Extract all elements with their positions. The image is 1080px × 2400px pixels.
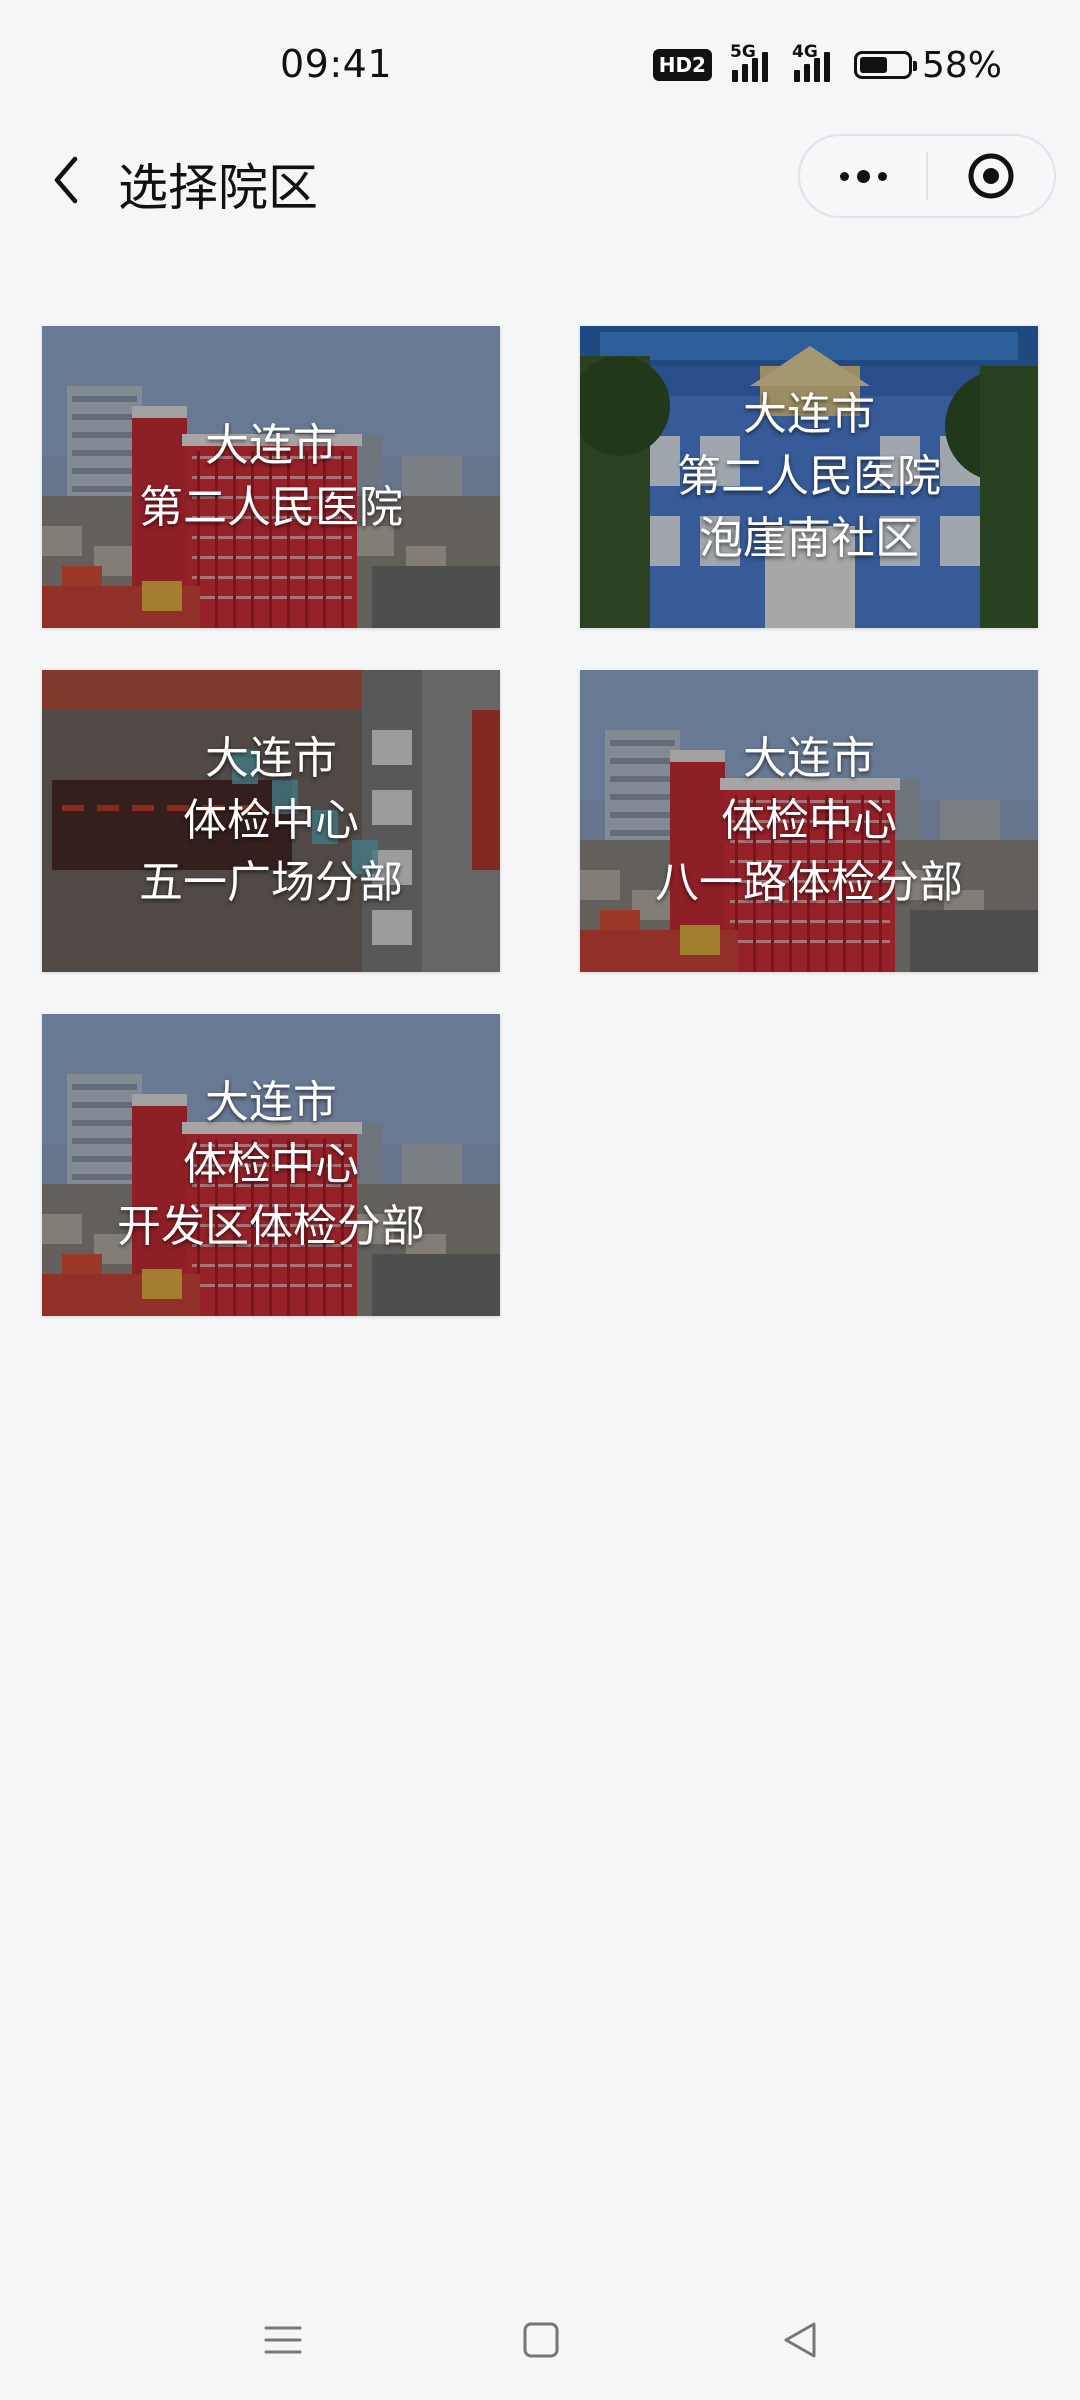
campus-name: 大连市体检中心八一路体检分部 xyxy=(580,670,1038,972)
campus-name: 大连市 第二人民医院 xyxy=(42,326,500,628)
campus-name-line: 大连市 xyxy=(743,389,875,440)
home-button[interactable] xyxy=(511,2310,571,2370)
signal-4g-icon: 4G xyxy=(792,42,836,82)
campus-name-line: 体检中心 xyxy=(721,795,897,846)
navigation-bar: 选择院区 xyxy=(0,130,1080,230)
signal-5g-label: 5G xyxy=(729,42,756,62)
campus-name: 大连市第二人民医院 泡崖南社区 xyxy=(580,326,1038,628)
campus-grid: 大连市 第二人民医院 大连市 第二人民医院 泡崖南社区 大连市 体检中心 五一广… xyxy=(42,326,1038,1316)
campus-card[interactable]: 大连市 第二人民医院 xyxy=(42,326,500,628)
campus-name-line: 大连市 xyxy=(743,733,875,784)
mini-program-capsule xyxy=(798,134,1056,218)
campus-name-line: 第二人民医院 xyxy=(677,451,941,502)
status-time: 09:41 xyxy=(280,42,393,86)
home-square-icon xyxy=(523,2322,559,2358)
page: 09:41 HD2 5G 4G 58% 选择院区 大连市 第二人民医院 大连市 … xyxy=(0,0,1080,2400)
system-navigation-bar xyxy=(0,2280,1080,2390)
chevron-left-icon xyxy=(54,156,78,204)
more-dots-icon xyxy=(839,169,887,183)
signal-4g-label: 4G xyxy=(791,42,818,62)
campus-name-line: 第二人民医院 xyxy=(139,482,403,533)
system-back-button[interactable] xyxy=(770,2310,830,2370)
close-button[interactable] xyxy=(928,136,1054,216)
campus-name-line: 开发区体检分部 xyxy=(117,1201,425,1252)
campus-name-line: 五一广场分部 xyxy=(139,857,403,908)
campus-name-line: 大连市 xyxy=(205,420,337,471)
hd-icon: HD2 xyxy=(652,49,712,81)
back-triangle-icon xyxy=(784,2322,816,2358)
campus-name: 大连市体检中心五一广场分部 xyxy=(42,670,500,972)
campus-card[interactable]: 大连市体检中心开发区体检分部 xyxy=(42,1014,500,1316)
campus-name: 大连市体检中心开发区体检分部 xyxy=(42,1014,500,1316)
status-bar: 09:41 HD2 5G 4G 58% xyxy=(0,0,1080,130)
campus-name-line: 体检中心 xyxy=(183,795,359,846)
page-title: 选择院区 xyxy=(118,159,318,217)
battery-percentage: 58% xyxy=(921,44,1002,86)
campus-name-line: 八一路体检分部 xyxy=(655,857,963,908)
battery-level-fill xyxy=(859,57,887,73)
campus-name-line: 泡崖南社区 xyxy=(699,513,919,564)
campus-card[interactable]: 大连市体检中心五一广场分部 xyxy=(42,670,500,972)
campus-card[interactable]: 大连市体检中心八一路体检分部 xyxy=(580,670,1038,972)
campus-card[interactable]: 大连市第二人民医院 泡崖南社区 xyxy=(580,326,1038,628)
menu-icon xyxy=(264,2326,302,2354)
back-button[interactable] xyxy=(36,150,96,210)
campus-name-line: 大连市 xyxy=(205,733,337,784)
more-button[interactable] xyxy=(800,136,926,216)
status-icons: HD2 5G 4G 58% xyxy=(652,40,1002,90)
campus-name-line: 大连市 xyxy=(205,1077,337,1128)
signal-5g-icon: 5G xyxy=(730,42,774,82)
battery-indicator: 58% xyxy=(853,44,1002,86)
campus-name-line: 体检中心 xyxy=(183,1139,359,1190)
battery-icon xyxy=(853,51,917,79)
menu-button[interactable] xyxy=(253,2310,313,2370)
target-circle-icon xyxy=(968,153,1014,199)
